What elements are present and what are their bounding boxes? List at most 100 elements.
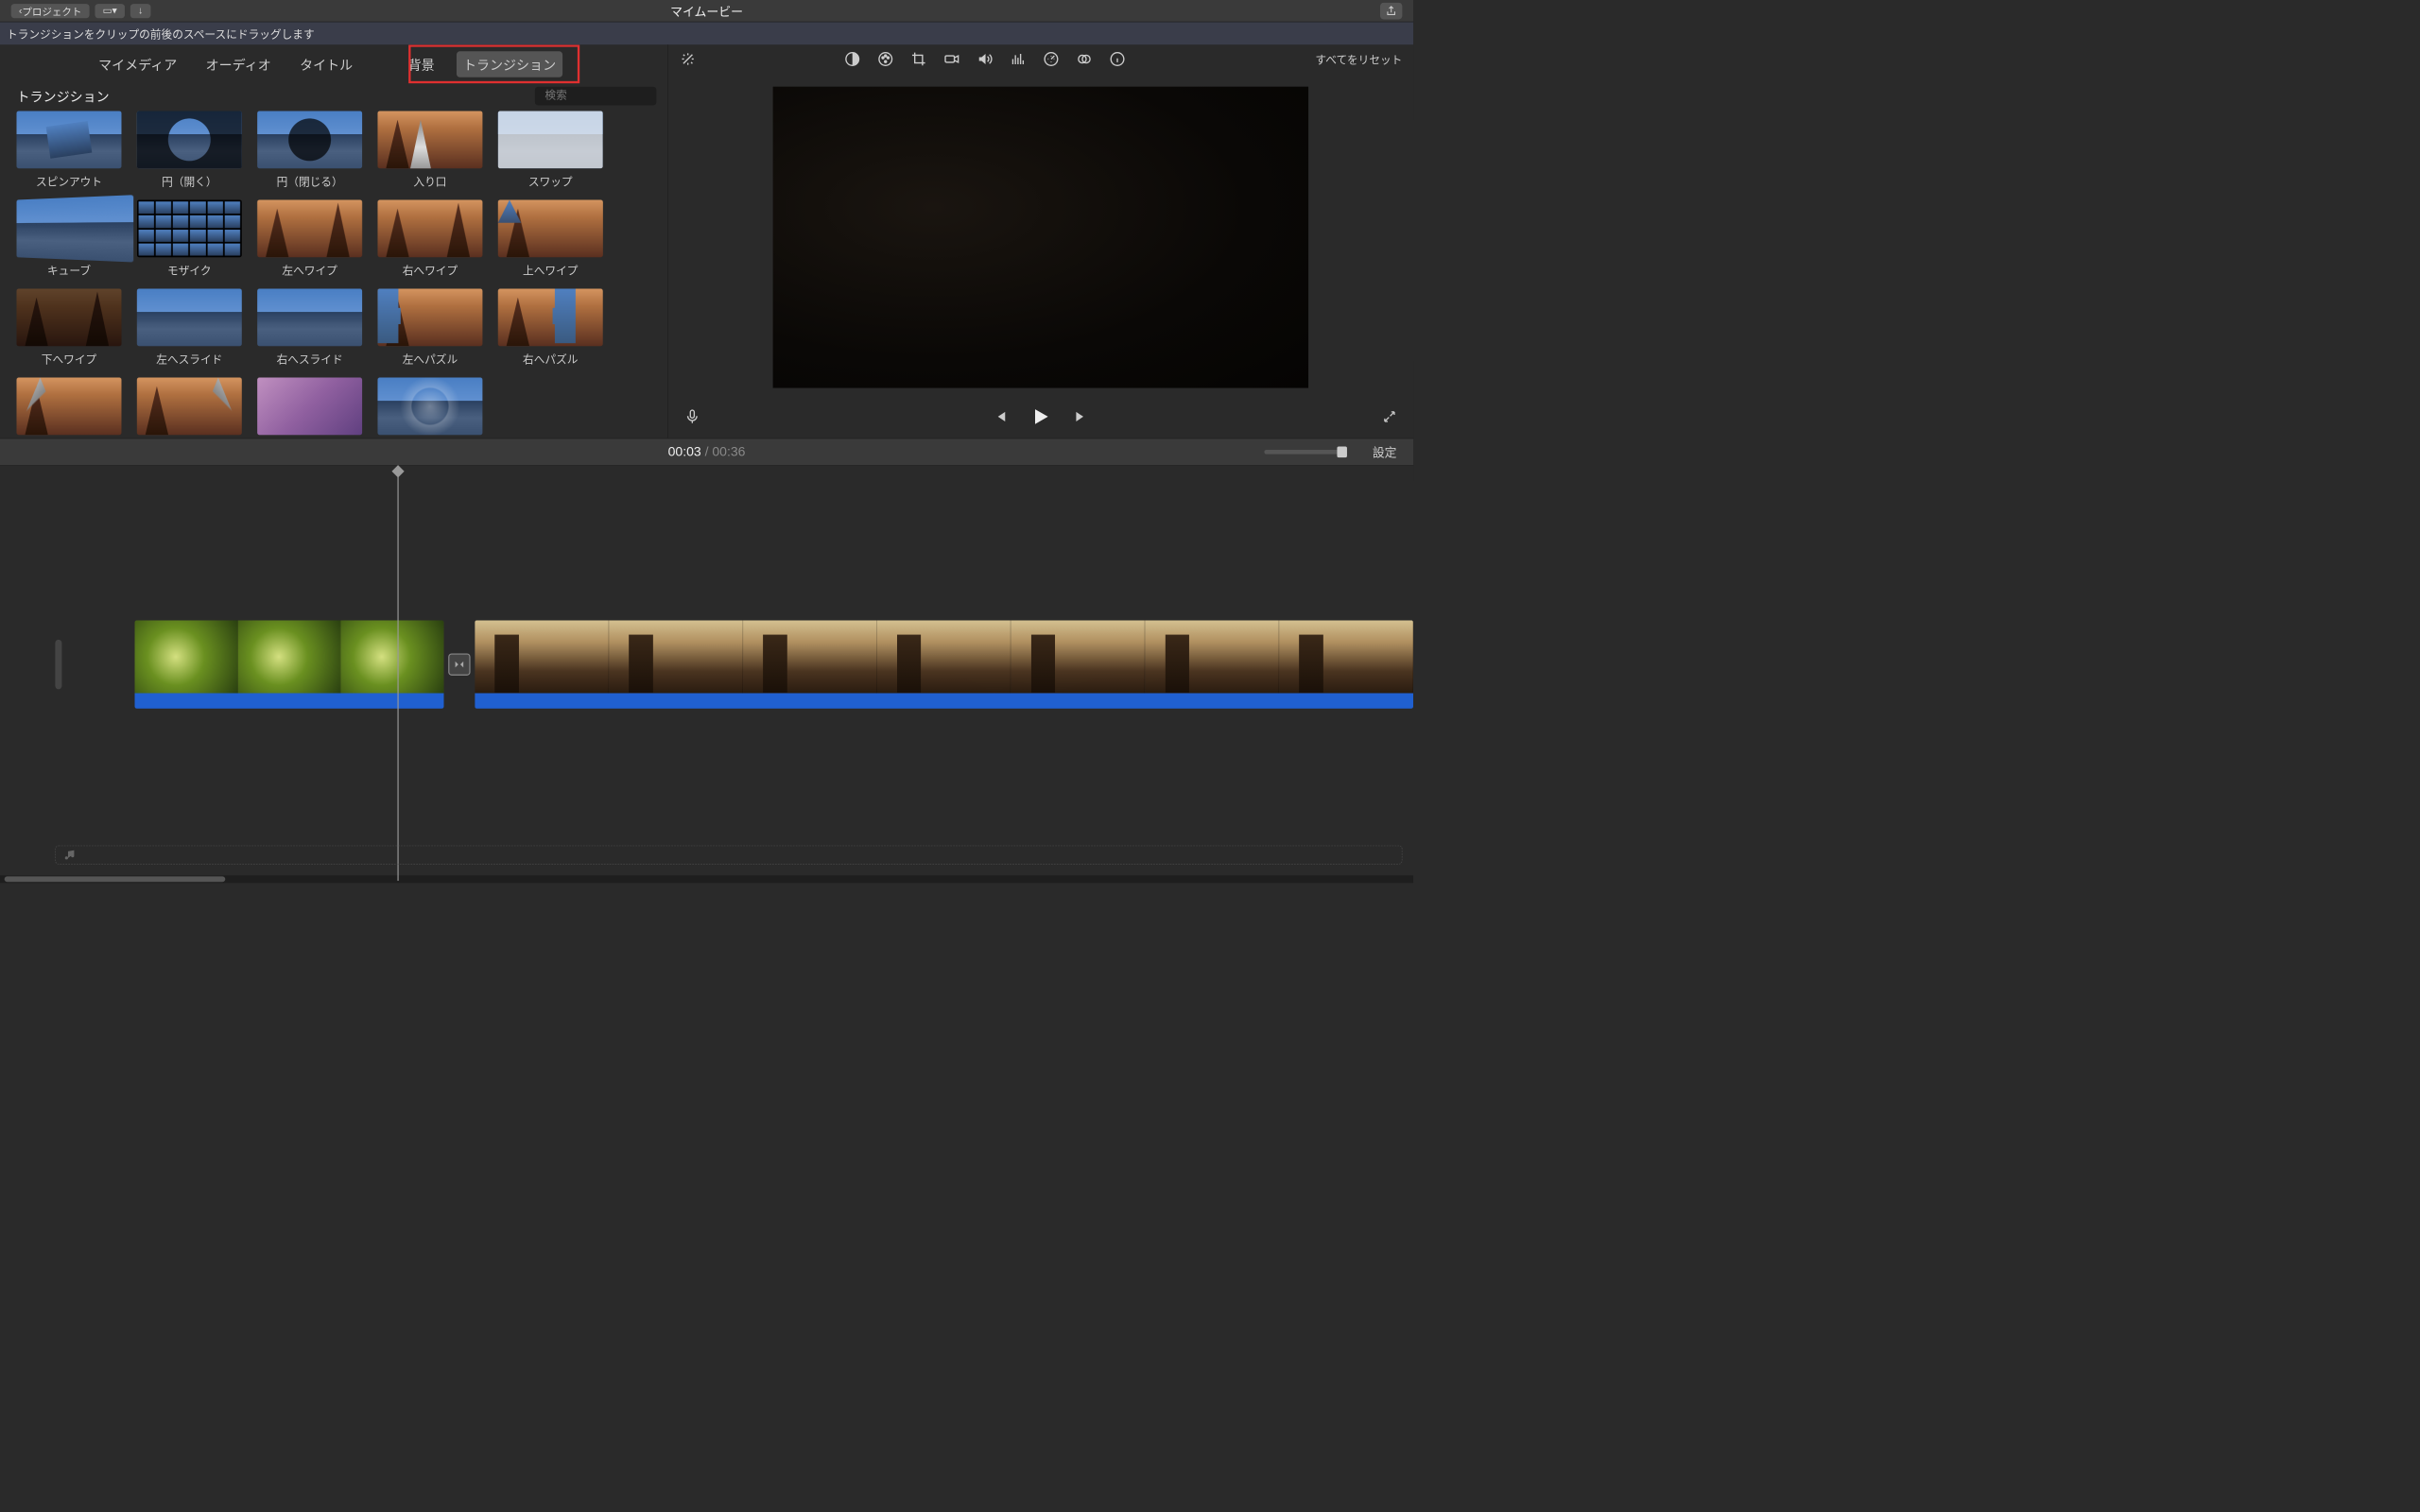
current-time: 00:03 [668,444,701,459]
transition-item[interactable]: 波紋 [377,377,482,438]
playhead[interactable] [397,471,398,881]
tab-background[interactable]: 背景 [402,51,441,77]
tab-my-media[interactable]: マイメディア [92,51,183,77]
transition-item[interactable]: スピンアウト [17,111,122,188]
transition-item[interactable]: クロスズーム [257,377,362,438]
transition-label: 円（閉じる） [277,173,343,189]
total-time: 00:36 [712,444,745,459]
horizontal-scrollbar[interactable] [0,875,1413,883]
transition-item[interactable]: 下へワイプ [17,288,122,366]
timeline[interactable] [0,466,1413,876]
media-browser-panel: マイメディア オーディオ タイトル 背景 トランジション トランジション スピン… [0,44,668,438]
wand-icon[interactable] [679,50,697,68]
transition-item[interactable]: 左へパズル [377,288,482,366]
transition-thumbnail [137,111,242,168]
contrast-icon[interactable] [843,50,861,68]
play-button[interactable] [1029,405,1051,430]
search-box[interactable] [535,86,656,105]
transition-label: 右へパズル [523,351,578,367]
transition-thumbnail [257,111,362,168]
next-frame-button[interactable] [1074,409,1088,426]
transition-item[interactable]: ページめくり右 [137,377,242,438]
transition-label: 上へワイプ [523,262,578,278]
hint-bar: トランジションをクリップの前後のスペースにドラッグします [0,22,1413,44]
transition-item[interactable]: 左へワイプ [257,199,362,277]
clip-audio-track[interactable] [475,693,1413,708]
timeline-settings-button[interactable]: 設定 [1373,443,1397,461]
import-button[interactable]: ↓ [130,4,151,18]
video-clip-2[interactable] [475,620,1413,708]
crop-icon[interactable] [909,50,927,68]
preview-canvas [773,87,1308,388]
transition-slot[interactable] [448,653,470,675]
timeline-header: 00:03 / 00:36 設定 [0,438,1413,465]
transition-thumbnail [377,288,482,346]
transition-grid: スピンアウト 円（開く） 円（閉じる） 入り口 スワップキューブ モザイク左へワイプ 右へワ… [0,111,667,438]
transition-label: 下へワイプ [42,351,96,367]
transition-icon [453,658,465,670]
browser-tabs: マイメディア オーディオ タイトル 背景 トランジション [0,44,667,81]
info-icon[interactable] [1109,50,1127,68]
zoom-handle[interactable] [1337,446,1347,457]
transition-thumbnail [137,199,242,257]
tab-transition[interactable]: トランジション [457,51,562,77]
transition-thumbnail [498,111,603,168]
tab-title[interactable]: タイトル [293,51,359,77]
speed-icon[interactable] [1042,50,1060,68]
transition-label: 入り口 [413,173,446,189]
app-title: マイムービー [670,2,743,20]
scrollbar-thumb[interactable] [5,876,226,882]
transition-item[interactable]: 右へワイプ [377,199,482,277]
fullscreen-button[interactable] [1382,409,1396,426]
transition-thumbnail [137,377,242,435]
transition-label: スワップ [528,173,573,189]
transition-item[interactable]: キューブ [17,199,122,277]
transition-thumbnail [498,199,603,257]
transition-item[interactable]: モザイク [137,199,242,277]
transition-item[interactable]: 上へワイプ [498,199,603,277]
transition-label: 左へワイプ [282,262,337,278]
transition-label: キューブ [47,262,91,278]
transition-thumbnail [137,288,242,346]
transition-thumbnail [17,377,122,435]
transition-thumbnail [377,111,482,168]
tab-audio[interactable]: オーディオ [199,51,278,77]
transition-label: スピンアウト [36,173,102,189]
transition-item[interactable]: ページめくり左 [17,377,122,438]
transition-item[interactable]: 右へスライド [257,288,362,366]
audio-track-empty[interactable] [55,846,1402,865]
zoom-slider[interactable] [1264,450,1347,455]
transition-label: 左へスライド [156,351,222,367]
volume-icon[interactable] [976,50,994,68]
transition-label: 左へパズル [403,351,458,367]
titlebar: ‹ プロジェクト ▭▾ ↓ マイムービー [0,0,1413,22]
transition-label: 右へワイプ [403,262,458,278]
equalizer-icon[interactable] [1009,50,1027,68]
clip-drag-handle[interactable] [55,640,61,690]
share-icon [1385,5,1397,17]
camera-icon[interactable] [942,50,960,68]
transition-thumbnail [377,199,482,257]
transition-thumbnail [377,377,482,435]
preview-toolbar: すべてをリセット [668,44,1413,73]
palette-icon[interactable] [876,50,894,68]
transition-item[interactable]: 右へパズル [498,288,603,366]
transition-item[interactable]: 円（開く） [137,111,242,188]
overlap-icon[interactable] [1076,50,1094,68]
transition-thumbnail [17,111,122,168]
transition-item[interactable]: 左へスライド [137,288,242,366]
video-track [0,614,1413,713]
transition-item[interactable]: 円（閉じる） [257,111,362,188]
view-mode-button[interactable]: ▭▾ [95,4,125,18]
back-to-projects-button[interactable]: ‹ プロジェクト [11,4,90,18]
browser-section-title: トランジション [17,86,110,105]
prev-frame-button[interactable] [994,409,1008,426]
preview-panel: すべてをリセット [668,44,1413,438]
share-button[interactable] [1380,3,1402,20]
reset-all-button[interactable]: すべてをリセット [1315,51,1402,67]
back-label: プロジェクト [22,4,81,18]
transition-thumbnail [17,288,122,346]
transition-item[interactable]: スワップ [498,111,603,188]
transition-item[interactable]: 入り口 [377,111,482,188]
voiceover-button[interactable] [684,408,700,426]
